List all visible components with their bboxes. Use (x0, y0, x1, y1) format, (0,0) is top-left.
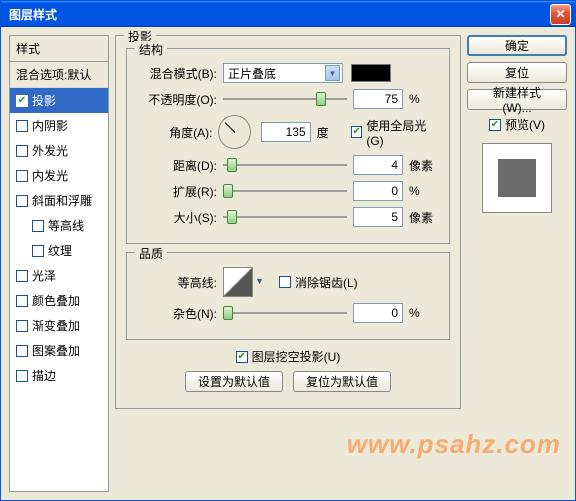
preview-swatch (482, 143, 552, 213)
quality-legend: 品质 (135, 245, 167, 262)
opacity-label: 不透明度(O): (137, 91, 217, 108)
checkbox-icon: ✔ (489, 119, 501, 131)
close-button[interactable]: ✕ (550, 4, 571, 25)
chevron-down-icon: ▼ (325, 65, 340, 81)
noise-slider[interactable] (223, 304, 347, 322)
style-item-4[interactable]: 斜面和浮雕 (10, 188, 108, 213)
checkbox-icon (32, 245, 44, 257)
styles-list: 样式 混合选项:默认 ✔ 投影内阴影外发光内发光斜面和浮雕等高线纹理光泽颜色叠加渐… (9, 35, 109, 492)
style-item-label: 投影 (32, 92, 56, 109)
style-item-9[interactable]: 渐变叠加 (10, 313, 108, 338)
antialias-checkbox[interactable]: 消除锯齿(L) (279, 274, 358, 291)
noise-input[interactable] (353, 303, 403, 323)
style-item-0[interactable]: ✔ 投影 (10, 88, 108, 113)
contour-picker[interactable]: ▼ (223, 267, 253, 297)
style-item-label: 描边 (32, 367, 56, 384)
size-input[interactable] (353, 207, 403, 227)
distance-slider[interactable] (223, 156, 347, 174)
knockout-checkbox[interactable]: ✔ 图层挖空投影(U) (236, 348, 341, 365)
checkbox-icon (16, 170, 28, 182)
structure-legend: 结构 (135, 41, 167, 58)
checkbox-icon (16, 345, 28, 357)
style-item-label: 内发光 (32, 167, 68, 184)
checkbox-icon (16, 120, 28, 132)
checkbox-icon: ✔ (351, 126, 362, 138)
style-item-1[interactable]: 内阴影 (10, 113, 108, 138)
style-item-3[interactable]: 内发光 (10, 163, 108, 188)
distance-input[interactable] (353, 155, 403, 175)
noise-label: 杂色(N): (137, 305, 217, 322)
checkbox-icon (279, 276, 291, 288)
style-item-label: 等高线 (48, 217, 84, 234)
style-item-label: 颜色叠加 (32, 292, 80, 309)
checkbox-icon: ✔ (16, 95, 28, 107)
style-item-10[interactable]: 图案叠加 (10, 338, 108, 363)
style-item-5[interactable]: 等高线 (10, 213, 108, 238)
checkbox-icon (32, 220, 44, 232)
checkbox-icon (16, 370, 28, 382)
style-item-label: 渐变叠加 (32, 317, 80, 334)
style-item-11[interactable]: 描边 (10, 363, 108, 388)
style-item-7[interactable]: 光泽 (10, 263, 108, 288)
angle-label: 角度(A): (137, 124, 212, 141)
spread-label: 扩展(R): (137, 183, 217, 200)
layer-style-dialog: 图层样式 ✕ 样式 混合选项:默认 ✔ 投影内阴影外发光内发光斜面和浮雕等高线纹理… (0, 0, 576, 501)
dialog-actions: 确定 复位 新建样式(W)... ✔ 预览(V) (467, 35, 567, 492)
distance-label: 距离(D): (137, 157, 217, 174)
global-light-checkbox[interactable]: ✔ 使用全局光(G) (351, 117, 439, 148)
angle-input[interactable] (261, 122, 311, 142)
style-item-label: 斜面和浮雕 (32, 192, 92, 209)
spread-input[interactable] (353, 181, 403, 201)
window-title: 图层样式 (5, 6, 57, 23)
cancel-button[interactable]: 复位 (467, 62, 567, 83)
style-item-label: 图案叠加 (32, 342, 80, 359)
spread-slider[interactable] (223, 182, 347, 200)
chevron-down-icon: ▼ (255, 276, 264, 286)
style-item-6[interactable]: 纹理 (10, 238, 108, 263)
set-default-button[interactable]: 设置为默认值 (185, 371, 283, 392)
blending-options-item[interactable]: 混合选项:默认 (10, 62, 108, 88)
checkbox-icon (16, 145, 28, 157)
style-item-label: 内阴影 (32, 117, 68, 134)
style-item-8[interactable]: 颜色叠加 (10, 288, 108, 313)
contour-label: 等高线: (137, 274, 217, 291)
new-style-button[interactable]: 新建样式(W)... (467, 89, 567, 110)
effect-settings: 投影 结构 混合模式(B): 正片叠底 ▼ 不透明度(O): (115, 35, 461, 492)
opacity-slider[interactable] (223, 90, 347, 108)
size-label: 大小(S): (137, 209, 217, 226)
style-item-label: 外发光 (32, 142, 68, 159)
ok-button[interactable]: 确定 (467, 35, 567, 56)
checkbox-icon (16, 270, 28, 282)
opacity-input[interactable] (353, 89, 403, 109)
titlebar[interactable]: 图层样式 ✕ (1, 1, 575, 27)
close-icon: ✕ (555, 7, 565, 21)
shadow-color-swatch[interactable] (351, 64, 391, 82)
style-item-label: 光泽 (32, 267, 56, 284)
blend-mode-select[interactable]: 正片叠底 ▼ (223, 63, 343, 83)
style-item-label: 纹理 (48, 242, 72, 259)
preview-checkbox[interactable]: ✔ 预览(V) (467, 116, 567, 133)
style-item-2[interactable]: 外发光 (10, 138, 108, 163)
reset-default-button[interactable]: 复位为默认值 (293, 371, 391, 392)
checkbox-icon: ✔ (236, 351, 248, 363)
checkbox-icon (16, 195, 28, 207)
size-slider[interactable] (223, 208, 347, 226)
blend-mode-label: 混合模式(B): (137, 65, 217, 82)
checkbox-icon (16, 295, 28, 307)
checkbox-icon (16, 320, 28, 332)
styles-header[interactable]: 样式 (10, 36, 108, 62)
angle-dial[interactable] (218, 115, 250, 149)
